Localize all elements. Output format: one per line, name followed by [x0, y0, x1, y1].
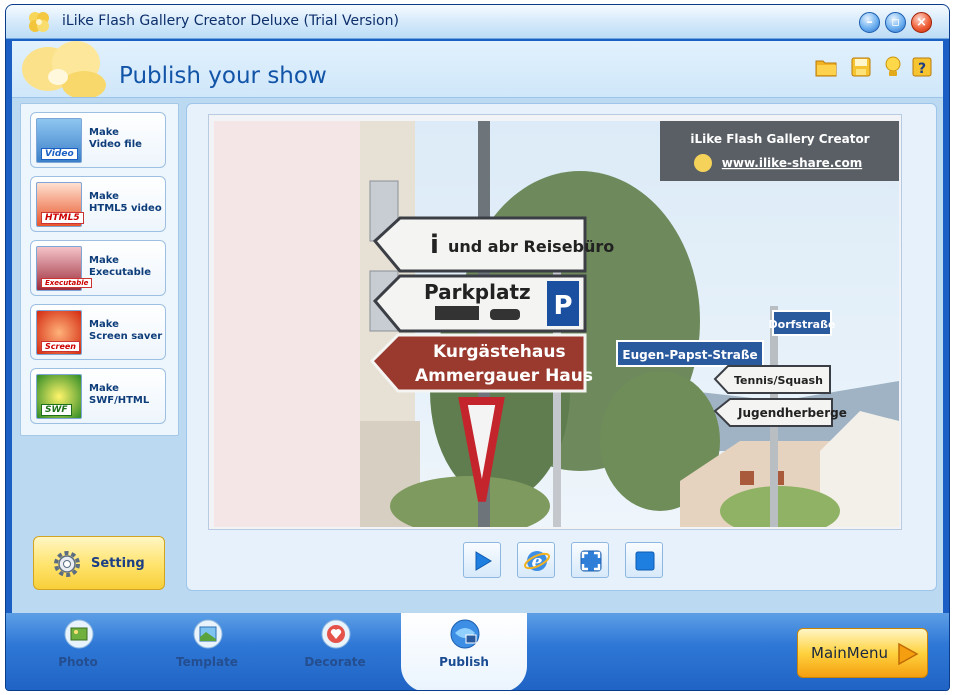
make-html5-video-label: Make HTML5 video — [89, 191, 162, 214]
close-button[interactable]: × — [911, 12, 932, 33]
save-icon[interactable] — [850, 55, 872, 79]
make-swf-html-button[interactable]: SWF Make SWF/HTML — [30, 368, 166, 424]
browser-icon: e — [524, 551, 550, 572]
minimize-icon: – — [866, 15, 873, 30]
svg-text:i: i — [430, 230, 439, 260]
app-logo-icon — [29, 12, 49, 32]
help-icon[interactable]: ? — [911, 55, 933, 79]
main-menu-label: MainMenu — [811, 644, 888, 662]
page-header: Publish your show ? — [12, 41, 943, 97]
bottom-nav-bar: Photo Template Decorate Publish MainMenu — [6, 613, 949, 690]
window-title: iLike Flash Gallery Creator Deluxe (Tria… — [62, 13, 399, 29]
html5-thumb-icon: HTML5 — [36, 182, 84, 227]
executable-badge: Executable — [41, 278, 93, 288]
make-swf-html-label: Make SWF/HTML — [89, 383, 150, 406]
html5-badge: HTML5 — [41, 212, 84, 224]
template-icon — [193, 619, 223, 649]
sign-jugendherberge: Jugendherberge — [737, 406, 847, 420]
arrow-right-icon — [898, 642, 919, 666]
tab-decorate[interactable]: Decorate — [290, 619, 380, 675]
tab-photo[interactable]: Photo — [33, 619, 123, 675]
publish-options-panel: Video Make Video file HTML5 Make HTML5 v… — [20, 103, 179, 436]
preview-blank-area — [214, 121, 360, 527]
swf-thumb-icon: SWF — [36, 374, 82, 419]
street-signs-photo: iLike Flash Gallery Creator www.ilike-sh… — [360, 121, 899, 527]
sign-dorfstrasse: Dorfstraße — [769, 318, 836, 331]
fullscreen-icon — [580, 550, 602, 572]
main-area: Video Make Video file HTML5 Make HTML5 v… — [12, 97, 943, 613]
make-executable-label: Make Executable — [89, 255, 152, 278]
play-icon — [475, 551, 492, 571]
make-executable-button[interactable]: Executable Make Executable — [30, 240, 166, 296]
tab-photo-label: Photo — [58, 655, 98, 669]
setting-label: Setting — [91, 556, 145, 571]
sign-ammergauer-haus: Ammergauer Haus — [415, 366, 593, 386]
tab-template-label: Template — [176, 655, 238, 669]
make-screen-saver-button[interactable]: Screen Make Screen saver — [30, 304, 166, 360]
gear-icon — [54, 551, 80, 577]
sign-kurgaestehaus: Kurgästehaus — [433, 342, 566, 362]
maximize-icon: ▫ — [891, 15, 900, 30]
minimize-button[interactable]: – — [859, 12, 880, 33]
stop-icon — [635, 551, 655, 571]
sign-eugen-papst-strasse: Eugen-Papst-Straße — [622, 348, 757, 362]
help-glyph: ? — [918, 61, 926, 77]
screen-badge: Screen — [41, 341, 80, 352]
preview-photo: iLike Flash Gallery Creator www.ilike-sh… — [360, 121, 899, 527]
photo-icon — [64, 619, 94, 649]
tip-icon[interactable] — [882, 55, 904, 79]
title-bar: iLike Flash Gallery Creator Deluxe (Tria… — [6, 5, 949, 39]
watermark-title: iLike Flash Gallery Creator — [690, 132, 869, 146]
folder-icon[interactable] — [815, 55, 837, 79]
decorate-icon — [321, 619, 351, 649]
executable-thumb-icon: Executable — [36, 246, 93, 291]
tab-template[interactable]: Template — [162, 619, 252, 675]
publish-icon — [450, 619, 480, 649]
tab-publish-label: Publish — [439, 655, 489, 669]
setting-button[interactable]: Setting — [33, 536, 165, 590]
screen-thumb-icon: Screen — [36, 310, 82, 355]
video-badge: Video — [41, 148, 78, 160]
watermark-url: www.ilike-share.com — [722, 156, 862, 170]
main-menu-button[interactable]: MainMenu — [797, 628, 928, 678]
swf-badge: SWF — [41, 404, 72, 416]
preview-in-browser-button[interactable]: e — [517, 542, 555, 578]
play-button[interactable] — [463, 542, 501, 578]
page-title: Publish your show — [119, 63, 327, 89]
video-thumb-icon: Video — [36, 118, 82, 163]
sign-tennis-squash: Tennis/Squash — [734, 374, 823, 387]
make-video-file-button[interactable]: Video Make Video file — [30, 112, 166, 168]
clover-logo-icon — [22, 41, 106, 97]
close-icon: × — [916, 15, 927, 30]
tab-publish[interactable]: Publish — [419, 619, 509, 675]
app-window: iLike Flash Gallery Creator Deluxe (Tria… — [5, 4, 950, 691]
make-html5-video-button[interactable]: HTML5 Make HTML5 video — [30, 176, 166, 232]
make-video-file-label: Make Video file — [89, 127, 142, 150]
sign-parking-symbol: P — [553, 291, 572, 321]
make-screen-saver-label: Make Screen saver — [89, 319, 163, 342]
sign-parkplatz: Parkplatz — [424, 280, 531, 304]
maximize-button[interactable]: ▫ — [885, 12, 906, 33]
fullscreen-button[interactable] — [571, 542, 609, 578]
stop-button[interactable] — [625, 542, 663, 578]
tab-decorate-label: Decorate — [304, 655, 366, 669]
sign-reisebuero: und abr Reisebüro — [448, 237, 614, 256]
